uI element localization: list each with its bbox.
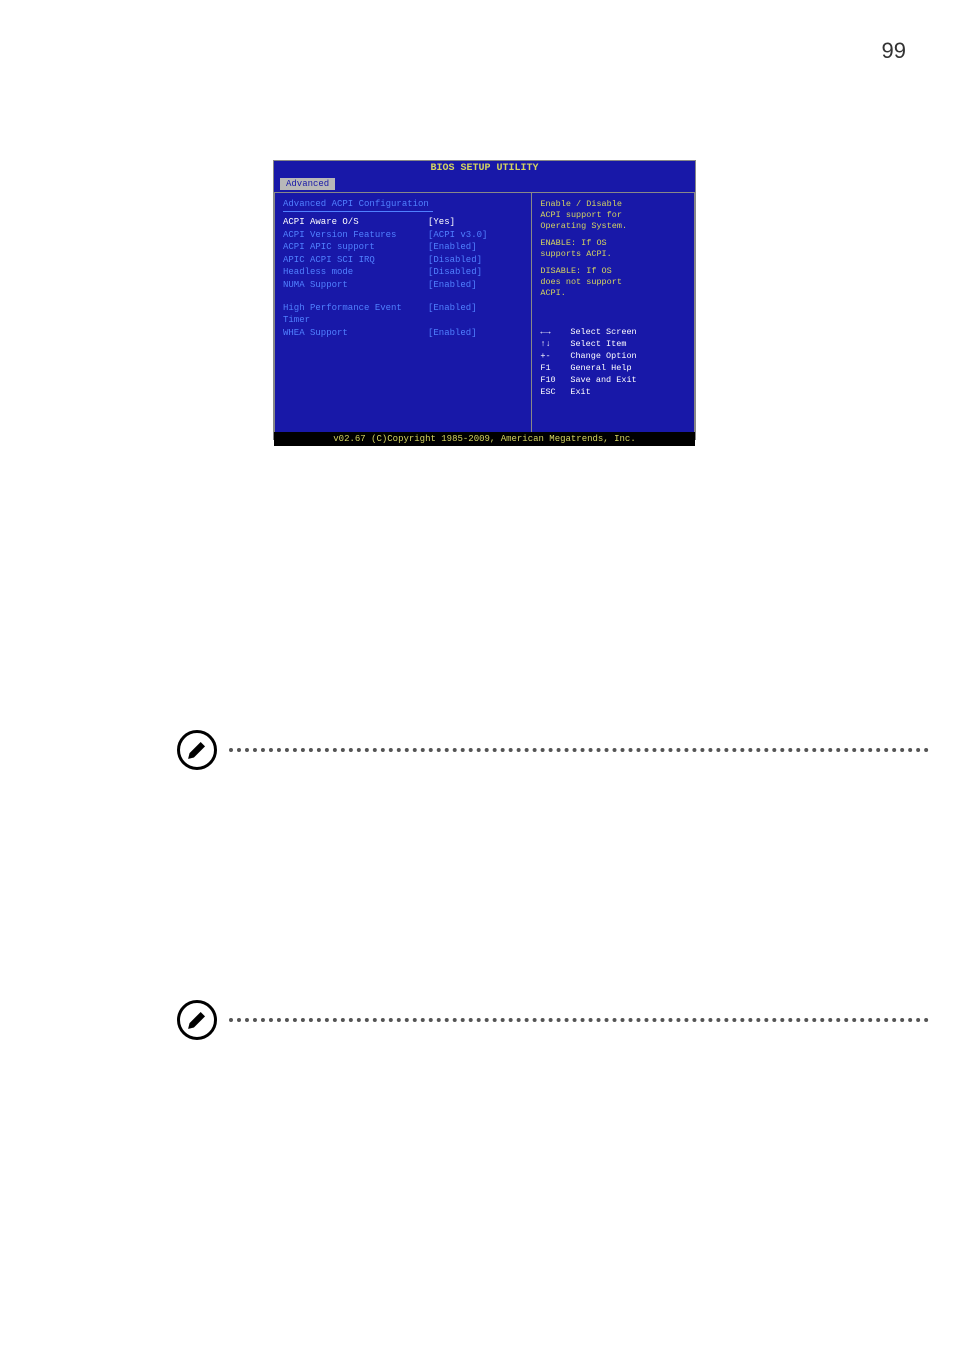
bios-item-label: ACPI Aware O/S xyxy=(283,216,428,229)
bios-item-label: Headless mode xyxy=(283,266,428,279)
bios-nav-key: F1 xyxy=(540,363,570,375)
bios-item-value: [Enabled] xyxy=(428,327,523,340)
bios-body: Advanced ACPI Configuration ACPI Aware O… xyxy=(274,192,695,432)
bios-item[interactable]: High Performance Event Timer [Enabled] xyxy=(283,302,523,327)
bios-item-value: [ACPI v3.0] xyxy=(428,229,523,242)
bios-nav-key: F10 xyxy=(540,375,570,387)
page-number: 99 xyxy=(882,38,906,64)
bios-item-value: [Yes] xyxy=(428,216,523,229)
bios-item[interactable]: ACPI Aware O/S [Yes] xyxy=(283,216,523,229)
bios-help-text: Enable / Disable ACPI support for Operat… xyxy=(540,199,686,232)
bios-nav-row: F1 General Help xyxy=(540,363,686,375)
bios-right-panel: Enable / Disable ACPI support for Operat… xyxy=(532,192,695,432)
bios-item-label: WHEA Support xyxy=(283,327,428,340)
bios-item-label: ACPI Version Features xyxy=(283,229,428,242)
bios-header: BIOS SETUP UTILITY xyxy=(274,161,695,176)
bios-item-value: [Enabled] xyxy=(428,302,523,327)
bios-nav-key: ←→ xyxy=(540,327,570,339)
bios-nav-key: ↑↓ xyxy=(540,339,570,351)
bios-nav-row: ESC Exit xyxy=(540,387,686,399)
bios-item-label: NUMA Support xyxy=(283,279,428,292)
dotted-line xyxy=(229,748,929,752)
bios-item-label: ACPI APIC support xyxy=(283,241,428,254)
note-section xyxy=(177,730,929,770)
bios-nav-desc: General Help xyxy=(570,363,631,375)
pencil-note-icon xyxy=(177,730,217,770)
bios-item-label: High Performance Event Timer xyxy=(283,302,428,327)
bios-nav-desc: Select Screen xyxy=(570,327,636,339)
bios-nav-key: +- xyxy=(540,351,570,363)
bios-nav-key: ESC xyxy=(540,387,570,399)
bios-item[interactable]: ACPI APIC support [Enabled] xyxy=(283,241,523,254)
bios-footer: v02.67 (C)Copyright 1985-2009, American … xyxy=(274,432,695,446)
bios-nav-desc: Select Item xyxy=(570,339,626,351)
bios-nav-desc: Change Option xyxy=(570,351,636,363)
bios-tab-advanced[interactable]: Advanced xyxy=(280,178,335,190)
dotted-line xyxy=(229,1018,929,1022)
bios-nav-row: ←→ Select Screen xyxy=(540,327,686,339)
note-section xyxy=(177,1000,929,1040)
bios-help-text: ENABLE: If OS supports ACPI. xyxy=(540,238,686,260)
bios-section-title: Advanced ACPI Configuration xyxy=(283,199,523,209)
bios-item[interactable]: WHEA Support [Enabled] xyxy=(283,327,523,340)
bios-item[interactable]: Headless mode [Disabled] xyxy=(283,266,523,279)
bios-item-value: [Disabled] xyxy=(428,254,523,267)
bios-divider xyxy=(283,211,433,212)
pencil-note-icon xyxy=(177,1000,217,1040)
bios-nav-desc: Exit xyxy=(570,387,590,399)
bios-left-panel: Advanced ACPI Configuration ACPI Aware O… xyxy=(274,192,532,432)
bios-nav-row: +- Change Option xyxy=(540,351,686,363)
bios-nav-row: F10 Save and Exit xyxy=(540,375,686,387)
bios-item-value: [Enabled] xyxy=(428,241,523,254)
bios-nav-help: ←→ Select Screen ↑↓ Select Item +- Chang… xyxy=(540,327,686,398)
bios-screenshot: BIOS SETUP UTILITY Advanced Advanced ACP… xyxy=(273,160,696,440)
bios-item[interactable]: ACPI Version Features [ACPI v3.0] xyxy=(283,229,523,242)
bios-tab-bar: Advanced xyxy=(274,176,695,192)
bios-item[interactable]: NUMA Support [Enabled] xyxy=(283,279,523,292)
bios-item[interactable]: APIC ACPI SCI IRQ [Disabled] xyxy=(283,254,523,267)
bios-item-value: [Disabled] xyxy=(428,266,523,279)
bios-help-text: DISABLE: If OS does not support ACPI. xyxy=(540,266,686,299)
bios-nav-desc: Save and Exit xyxy=(570,375,636,387)
bios-nav-row: ↑↓ Select Item xyxy=(540,339,686,351)
bios-item-label: APIC ACPI SCI IRQ xyxy=(283,254,428,267)
bios-item-value: [Enabled] xyxy=(428,279,523,292)
